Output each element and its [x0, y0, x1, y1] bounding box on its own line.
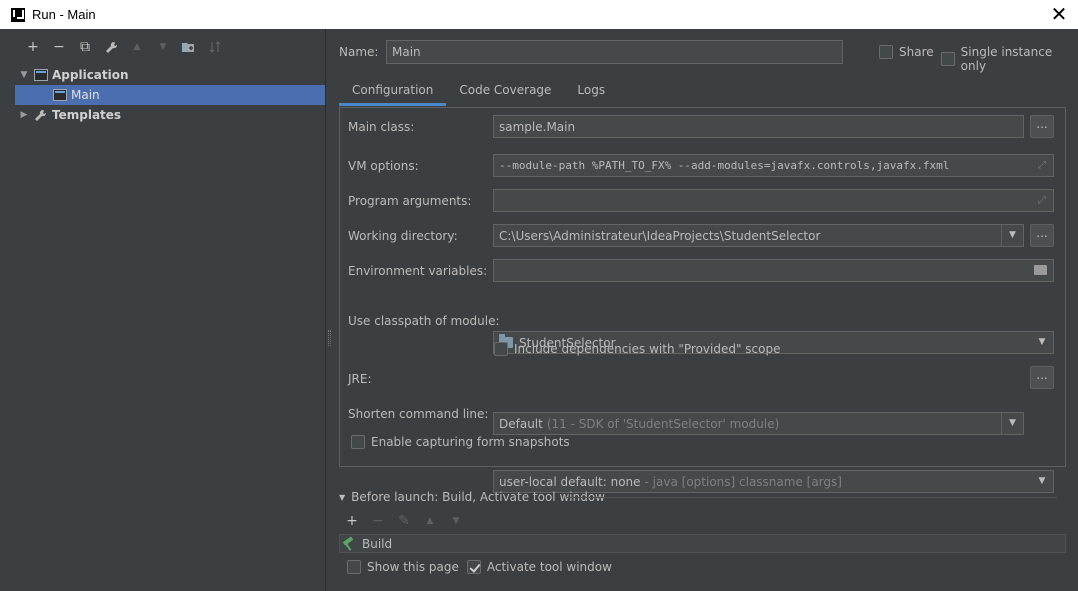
- jre-combo[interactable]: Default (11 - SDK of 'StudentSelector' m…: [493, 412, 1024, 435]
- add-icon[interactable]: +: [20, 36, 46, 58]
- remove-icon[interactable]: −: [365, 510, 391, 532]
- working-directory-label: Working directory:: [348, 229, 458, 243]
- tab-configuration[interactable]: Configuration: [339, 79, 447, 106]
- shorten-command-line-hint: - java [options] classname [args]: [644, 474, 842, 489]
- tab-code-coverage[interactable]: Code Coverage: [446, 79, 564, 106]
- move-down-icon[interactable]: ▼: [150, 36, 176, 58]
- application-icon: [34, 69, 48, 81]
- move-up-icon[interactable]: ▲: [417, 510, 443, 532]
- tree-node-label: Main: [71, 88, 100, 102]
- wrench-icon: [34, 109, 48, 121]
- intellij-app-icon: [11, 7, 25, 22]
- hammer-icon: [342, 538, 356, 550]
- remove-icon[interactable]: −: [46, 36, 72, 58]
- share-checkbox[interactable]: [879, 45, 893, 59]
- configuration-editor: Name: Main Share Single instance only Co…: [327, 29, 1078, 591]
- wrench-icon[interactable]: [98, 36, 124, 58]
- tab-bar: Configuration Code Coverage Logs: [339, 79, 618, 106]
- close-icon[interactable]: ✕: [1048, 3, 1070, 25]
- program-arguments-input[interactable]: ⤢: [493, 189, 1054, 212]
- expand-arrow-icon[interactable]: ▼: [18, 70, 30, 80]
- edit-icon[interactable]: ✎: [391, 510, 417, 532]
- capture-snapshots-label: Enable capturing form snapshots: [371, 435, 570, 449]
- shorten-command-line-value: user-local default: none: [499, 474, 641, 489]
- tree-node-templates[interactable]: ▶ Templates: [15, 105, 325, 125]
- configurations-tree: ▼ Application Main ▶ Templates: [15, 65, 325, 125]
- tree-node-main[interactable]: Main: [15, 85, 325, 105]
- tree-node-application[interactable]: ▼ Application: [15, 65, 325, 85]
- single-instance-label: Single instance only: [960, 45, 1053, 73]
- shorten-command-line-label: Shorten command line:: [348, 407, 489, 421]
- move-down-icon[interactable]: ▼: [443, 510, 469, 532]
- new-folder-icon[interactable]: [176, 36, 202, 58]
- activate-tool-window-label: Activate tool window: [486, 560, 612, 574]
- tree-node-label: Templates: [52, 108, 122, 122]
- environment-variables-input[interactable]: [493, 259, 1054, 282]
- folder-open-icon[interactable]: [1034, 265, 1047, 275]
- program-arguments-label: Program arguments:: [348, 194, 472, 208]
- capture-snapshots-option[interactable]: Enable capturing form snapshots: [351, 435, 570, 449]
- title-bar: Run - Main ✕: [0, 0, 1078, 29]
- main-class-browse-button[interactable]: ...: [1030, 115, 1054, 138]
- expand-icon[interactable]: ⤢: [1038, 160, 1049, 171]
- collapse-arrow-icon[interactable]: ▶: [18, 110, 30, 120]
- vm-options-label: VM options:: [348, 159, 419, 173]
- chevron-down-icon[interactable]: ▼: [1031, 471, 1053, 492]
- include-dependencies-checkbox[interactable]: [494, 342, 508, 356]
- jre-browse-button[interactable]: ...: [1030, 366, 1054, 389]
- tab-logs[interactable]: Logs: [564, 79, 618, 106]
- name-label: Name:: [339, 45, 379, 59]
- collapse-arrow-icon[interactable]: ▼: [339, 493, 345, 502]
- sort-icon[interactable]: [202, 36, 228, 58]
- vm-options-input[interactable]: --module-path %PATH_TO_FX% --add-modules…: [493, 154, 1054, 177]
- tree-node-label: Application: [52, 68, 129, 82]
- before-launch-toolbar: + − ✎ ▲ ▼: [339, 510, 469, 532]
- chevron-down-icon[interactable]: ▼: [1031, 332, 1053, 353]
- working-directory-value: C:\Users\Administrateur\IdeaProjects\Stu…: [499, 228, 821, 243]
- configuration-panel: Main class: sample.Main ... VM options: …: [339, 107, 1066, 493]
- classpath-module-label: Use classpath of module:: [348, 314, 500, 328]
- vm-options-value: --module-path %PATH_TO_FX% --add-modules…: [499, 159, 950, 172]
- move-up-icon[interactable]: ▲: [124, 36, 150, 58]
- single-instance-checkbox[interactable]: [941, 52, 955, 66]
- name-input[interactable]: Main: [386, 40, 843, 64]
- jre-hint: (11 - SDK of 'StudentSelector' module): [546, 416, 780, 431]
- application-icon: [53, 89, 67, 101]
- main-class-input[interactable]: sample.Main: [493, 115, 1024, 138]
- single-instance-option[interactable]: Single instance only: [941, 45, 1078, 73]
- show-page-checkbox[interactable]: [347, 560, 361, 574]
- share-option[interactable]: Share: [879, 45, 934, 59]
- chevron-down-icon[interactable]: ▼: [1001, 225, 1023, 246]
- divider: [567, 497, 1057, 498]
- activate-tool-window-checkbox[interactable]: [466, 560, 481, 574]
- jre-label: JRE:: [348, 372, 372, 386]
- working-directory-combo[interactable]: C:\Users\Administrateur\IdeaProjects\Stu…: [493, 224, 1024, 247]
- environment-variables-label: Environment variables:: [348, 264, 488, 278]
- before-launch-options: Show this page Activate tool window: [347, 560, 612, 574]
- configurations-toolbar: + − ⧉ ▲ ▼: [15, 29, 325, 65]
- capture-snapshots-checkbox[interactable]: [351, 435, 365, 449]
- expand-icon[interactable]: ⤢: [1038, 195, 1049, 206]
- main-class-label: Main class:: [348, 120, 415, 134]
- copy-icon[interactable]: ⧉: [72, 36, 98, 58]
- include-dependencies-option[interactable]: Include dependencies with "Provided" sco…: [494, 342, 781, 356]
- share-label: Share: [899, 45, 934, 59]
- chevron-down-icon[interactable]: ▼: [1001, 413, 1023, 434]
- window-title: Run - Main: [32, 7, 96, 22]
- list-item[interactable]: Build: [362, 537, 392, 551]
- show-page-label: Show this page: [367, 560, 459, 574]
- include-dependencies-label: Include dependencies with "Provided" sco…: [514, 342, 781, 356]
- jre-value: Default: [499, 416, 543, 431]
- add-icon[interactable]: +: [339, 510, 365, 532]
- working-directory-browse-button[interactable]: ...: [1030, 224, 1054, 247]
- before-launch-list: Build: [339, 534, 1066, 553]
- configurations-panel: + − ⧉ ▲ ▼ ▼ Application Main ▶ Templates: [15, 29, 326, 591]
